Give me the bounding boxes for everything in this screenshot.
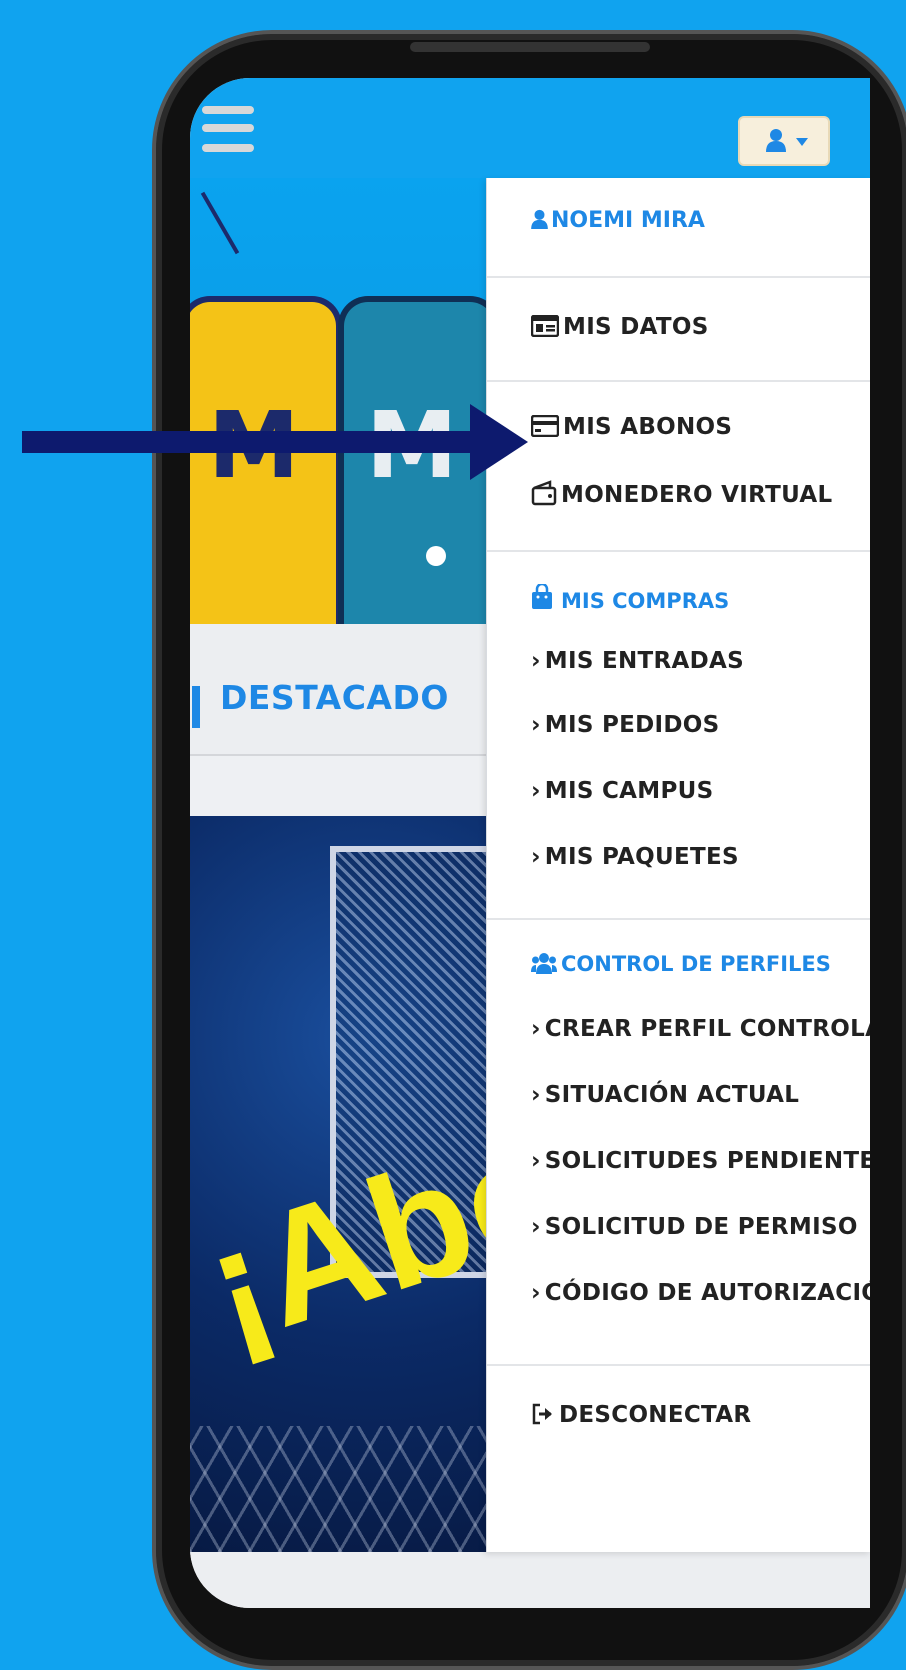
menu-item-label: SOLICITUDES PENDIENTES xyxy=(544,1148,870,1174)
hanger-line xyxy=(200,191,240,255)
menu-item-label: SOLICITUD DE PERMISO xyxy=(544,1214,858,1240)
chevron-right-icon: › xyxy=(531,1016,541,1042)
menu-divider xyxy=(487,550,870,552)
carousel-dot[interactable] xyxy=(426,546,446,566)
phone-screen: M M DESTACADO ¡Abó NOEMI MIRA xyxy=(190,78,870,1608)
menu-section-mis-compras: MIS COMPRAS xyxy=(531,582,730,613)
user-name: NOEMI MIRA xyxy=(551,208,705,233)
menu-divider xyxy=(487,918,870,920)
menu-item-mis-entradas[interactable]: › MIS ENTRADAS xyxy=(531,648,744,674)
annotation-arrow-head xyxy=(470,404,528,480)
chevron-right-icon: › xyxy=(531,778,541,804)
menu-item-label: MIS PAQUETES xyxy=(544,844,739,870)
menu-item-label: CÓDIGO DE AUTORIZACIÓN xyxy=(544,1280,870,1306)
user-icon xyxy=(531,209,548,229)
menu-item-mis-paquetes[interactable]: › MIS PAQUETES xyxy=(531,844,739,870)
menu-item-label: MIS ABONOS xyxy=(563,414,733,440)
section-accent-bar xyxy=(192,686,200,728)
user-dropdown-menu: NOEMI MIRA MIS DATOS MIS ABONOS MONEDERO… xyxy=(486,178,870,1552)
menu-item-label: DESCONECTAR xyxy=(559,1402,752,1428)
wallet-icon xyxy=(531,480,557,506)
menu-item-situacion-actual[interactable]: › SITUACIÓN ACTUAL xyxy=(531,1082,799,1108)
chevron-right-icon: › xyxy=(531,1214,541,1240)
section-label: MIS COMPRAS xyxy=(561,589,730,613)
menu-divider xyxy=(487,380,870,382)
id-card-icon xyxy=(530,314,560,338)
shopping-bag-icon xyxy=(532,582,552,609)
menu-item-mis-datos[interactable]: MIS DATOS xyxy=(530,314,709,340)
menu-section-control-perfiles: CONTROL DE PERFILES xyxy=(531,952,831,976)
menu-item-label: MIS DATOS xyxy=(563,314,709,340)
menu-item-label: CREAR PERFIL CONTROLADO xyxy=(544,1016,870,1042)
menu-item-mis-pedidos[interactable]: › MIS PEDIDOS xyxy=(531,712,720,738)
chevron-down-icon xyxy=(796,138,808,146)
hamburger-icon[interactable] xyxy=(190,98,260,158)
menu-divider xyxy=(487,1364,870,1366)
chevron-right-icon: › xyxy=(531,712,541,738)
menu-item-mis-campus[interactable]: › MIS CAMPUS xyxy=(531,778,713,804)
chevron-right-icon: › xyxy=(531,844,541,870)
divider xyxy=(190,754,490,756)
stage-truss-graphic xyxy=(190,1426,490,1554)
yellow-jersey: M xyxy=(190,296,342,624)
top-bar xyxy=(190,78,870,178)
menu-item-label: MONEDERO VIRTUAL xyxy=(561,482,833,508)
menu-item-solicitudes-pendientes[interactable]: › SOLICITUDES PENDIENTES xyxy=(531,1148,870,1174)
menu-item-mis-abonos[interactable]: MIS ABONOS xyxy=(530,414,733,440)
hero-image: M M xyxy=(190,178,490,624)
promo-banner[interactable]: ¡Abó xyxy=(190,816,490,1554)
user-icon xyxy=(766,129,786,152)
chevron-right-icon: › xyxy=(531,1280,541,1306)
menu-item-codigo-autorizacion[interactable]: › CÓDIGO DE AUTORIZACIÓN xyxy=(531,1280,870,1306)
phone-speaker xyxy=(410,42,650,52)
sign-out-icon xyxy=(532,1403,552,1425)
menu-item-label: MIS PEDIDOS xyxy=(544,712,720,738)
users-icon xyxy=(531,953,557,974)
menu-user-header: NOEMI MIRA xyxy=(531,208,705,233)
menu-item-crear-perfil[interactable]: ›CREAR PERFIL CONTROLADO xyxy=(531,1016,870,1042)
chevron-right-icon: › xyxy=(531,1148,541,1174)
menu-item-label: MIS ENTRADAS xyxy=(544,648,745,674)
menu-item-desconectar[interactable]: DESCONECTAR xyxy=(531,1402,751,1428)
chevron-right-icon: › xyxy=(531,648,541,674)
chevron-right-icon: › xyxy=(531,1082,541,1108)
menu-divider xyxy=(487,276,870,278)
menu-item-solicitud-permiso[interactable]: › SOLICITUD DE PERMISO xyxy=(531,1214,858,1240)
page-footer xyxy=(190,1552,870,1608)
section-title: DESTACADO xyxy=(220,678,449,717)
menu-item-label: SITUACIÓN ACTUAL xyxy=(544,1082,800,1108)
menu-item-monedero-virtual[interactable]: MONEDERO VIRTUAL xyxy=(531,480,832,508)
section-label: CONTROL DE PERFILES xyxy=(561,952,831,976)
credit-card-icon xyxy=(530,414,560,438)
teal-jersey: M xyxy=(338,296,490,624)
user-menu-button[interactable] xyxy=(738,116,830,166)
annotation-arrow-shaft xyxy=(22,431,474,453)
menu-item-label: MIS CAMPUS xyxy=(544,778,714,804)
